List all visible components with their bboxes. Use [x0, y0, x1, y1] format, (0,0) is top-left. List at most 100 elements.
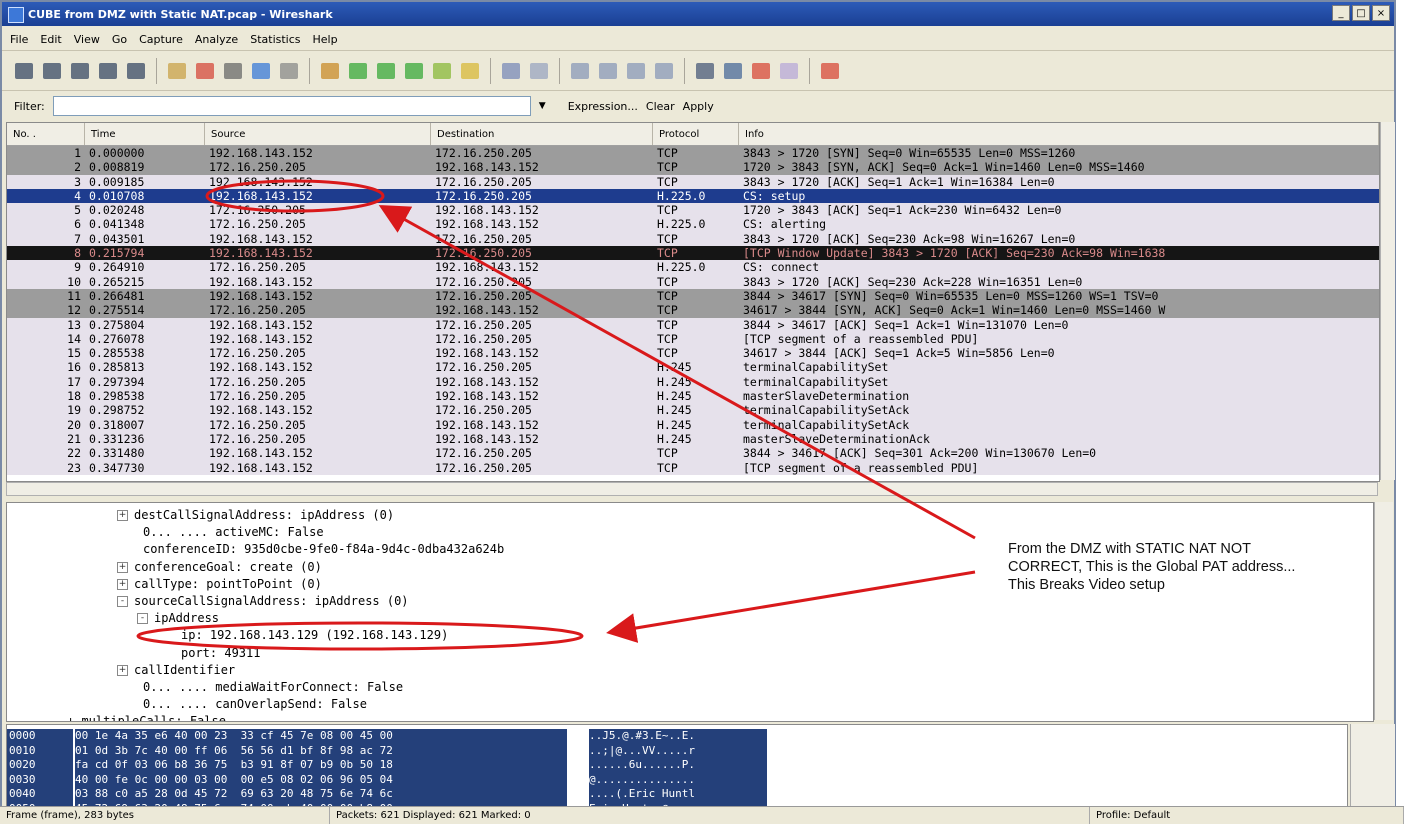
detail-line[interactable]: conferenceID: 935d0cbe-9fe0-f84a-9d4c-0d… [143, 541, 504, 558]
detail-line[interactable]: - ipAddress [137, 610, 219, 627]
packet-row[interactable]: 17 0.297394 172.16.250.205 192.168.143.152 H… [7, 374, 1379, 390]
menu-file[interactable]: File [10, 33, 28, 46]
resize-icon[interactable] [650, 57, 678, 85]
zoom-in-icon[interactable] [566, 57, 594, 85]
stop-icon[interactable] [94, 57, 122, 85]
packet-row[interactable]: 21 0.331236 172.16.250.205 192.168.143.152 H… [7, 431, 1379, 447]
packet-cell-no: 12 [67, 303, 81, 318]
filter-input[interactable] [52, 96, 531, 116]
col-time[interactable]: Time [85, 123, 205, 145]
packet-row[interactable]: 6 0.041348 172.16.250.205 192.168.143.152 H.… [7, 217, 1379, 232]
packet-row[interactable]: 5 0.020248 172.16.250.205 192.168.143.152 TC… [7, 203, 1379, 218]
detail-line[interactable]: ip: 192.168.143.129 (192.168.143.129) [181, 627, 448, 644]
print-icon[interactable] [275, 57, 303, 85]
interfaces-icon[interactable] [10, 57, 38, 85]
start-icon[interactable] [66, 57, 94, 85]
packet-row[interactable]: 13 0.275804 192.168.143.152 172.16.250.205 T… [7, 317, 1379, 332]
back-icon[interactable] [344, 57, 372, 85]
packet-row[interactable]: 20 0.318007 172.16.250.205 192.168.143.152 H… [7, 417, 1379, 432]
expand-icon[interactable]: + [117, 561, 128, 573]
menu-view[interactable]: View [74, 33, 100, 46]
packet-cell-no: 15 [67, 346, 81, 361]
detail-line[interactable]: 0... .... canOverlapSend: False [143, 696, 367, 713]
detail-line[interactable]: + multipleCalls: False [67, 713, 226, 721]
goto-icon[interactable] [400, 57, 428, 85]
capture-filter-icon[interactable] [691, 57, 719, 85]
packet-row[interactable]: 8 0.215794 192.168.143.152 172.16.250.205 TC… [7, 246, 1379, 261]
open-icon[interactable] [163, 57, 191, 85]
packet-list-vscrollbar[interactable] [1380, 122, 1395, 480]
detail-line[interactable]: + callType: pointToPoint (0) [117, 576, 322, 593]
expand-icon[interactable]: + [117, 510, 128, 521]
reload-icon[interactable] [247, 57, 275, 85]
detail-line[interactable]: - sourceCallSignalAddress: ipAddress (0) [117, 593, 409, 610]
detail-line[interactable]: 0... .... mediaWaitForConnect: False [143, 679, 403, 696]
packet-row[interactable]: 22 0.331480 192.168.143.152 172.16.250.205 T… [7, 446, 1379, 461]
col-no[interactable]: No. . [7, 123, 85, 145]
restart-icon[interactable] [122, 57, 150, 85]
find-icon[interactable] [316, 57, 344, 85]
col-protocol[interactable]: Protocol [653, 123, 739, 145]
detail-line[interactable]: port: 49311 [181, 645, 260, 662]
packet-row[interactable]: 18 0.298538 172.16.250.205 192.168.143.152 H… [7, 389, 1379, 404]
close-file-icon[interactable] [219, 57, 247, 85]
menu-go[interactable]: Go [112, 33, 127, 46]
packet-row[interactable]: 7 0.043501 192.168.143.152 172.16.250.205 TC… [7, 231, 1379, 247]
save-icon[interactable] [191, 57, 219, 85]
col-source[interactable]: Source [205, 123, 431, 145]
packet-row[interactable]: 14 0.276078 192.168.143.152 172.16.250.205 T… [7, 331, 1379, 347]
expression-button[interactable]: Expression... [568, 100, 638, 113]
packet-row[interactable]: 3 0.009185 192.168.143.152 172.16.250.205 TC… [7, 174, 1379, 189]
detail-line[interactable]: + callIdentifier [117, 662, 235, 679]
help-icon[interactable] [816, 57, 844, 85]
expand-icon[interactable]: + [117, 664, 128, 676]
last-icon[interactable] [456, 57, 484, 85]
display-filter-icon[interactable] [719, 57, 747, 85]
col-destination[interactable]: Destination [431, 123, 653, 145]
menu-edit[interactable]: Edit [40, 33, 61, 46]
col-info[interactable]: Info [739, 123, 1379, 145]
forward-icon[interactable] [372, 57, 400, 85]
coloring-rules-icon[interactable] [747, 57, 775, 85]
packet-row[interactable]: 23 0.347730 192.168.143.152 172.16.250.205 T… [7, 460, 1379, 475]
collapse-icon[interactable]: - [137, 613, 148, 625]
close-button[interactable]: × [1372, 5, 1390, 21]
packet-row[interactable]: 2 0.008819 172.16.250.205 192.168.143.152 TC… [7, 160, 1379, 175]
minimize-button[interactable]: _ [1332, 5, 1350, 21]
packet-row[interactable]: 1 0.000000 192.168.143.152 172.16.250.205 TC… [7, 146, 1379, 161]
menu-statistics[interactable]: Statistics [250, 33, 300, 46]
autoscroll-icon[interactable] [525, 57, 553, 85]
menu-capture[interactable]: Capture [139, 33, 183, 46]
packet-row[interactable]: 10 0.265215 192.168.143.152 172.16.250.205 T… [7, 274, 1379, 289]
packet-row[interactable]: 15 0.285538 172.16.250.205 192.168.143.152 T… [7, 346, 1379, 361]
filter-dropdown-icon[interactable]: ▼ [539, 101, 546, 111]
packet-row[interactable]: 16 0.285813 192.168.143.152 172.16.250.205 H… [7, 360, 1379, 375]
collapse-icon[interactable]: - [117, 596, 128, 607]
maximize-button[interactable]: □ [1352, 5, 1370, 21]
packet-row[interactable]: 19 0.298752 192.168.143.152 172.16.250.205 H… [7, 403, 1379, 418]
first-icon[interactable] [428, 57, 456, 85]
clear-button[interactable]: Clear [646, 100, 675, 113]
detail-line[interactable]: + conferenceGoal: create (0) [117, 559, 322, 576]
packet-cell-time: 0.010708 [89, 188, 145, 203]
packet-row[interactable]: 12 0.275514 172.16.250.205 192.168.143.152 T… [7, 303, 1379, 318]
menu-help[interactable]: Help [313, 33, 338, 46]
prefs-icon[interactable] [775, 57, 803, 85]
packet-list-hscrollbar[interactable] [6, 482, 1378, 496]
zoom-out-icon[interactable] [594, 57, 622, 85]
status-profile[interactable]: Profile: Default [1090, 807, 1404, 824]
packet-row[interactable]: 9 0.264910 172.16.250.205 192.168.143.152 H.… [7, 260, 1379, 275]
colorize-icon[interactable] [497, 57, 525, 85]
details-vscrollbar[interactable] [1374, 502, 1393, 720]
detail-line[interactable]: 0... .... activeMC: False [143, 524, 324, 541]
expand-icon[interactable]: + [117, 578, 128, 590]
packet-row[interactable]: 11 0.266481 192.168.143.152 172.16.250.205 T… [7, 288, 1379, 304]
menu-analyze[interactable]: Analyze [195, 33, 238, 46]
packet-cell-src: 192.168.143.152 [209, 146, 313, 160]
packet-row[interactable]: 4 0.010708 192.168.143.152 172.16.250.205 H.… [7, 188, 1379, 204]
options-icon[interactable] [38, 57, 66, 85]
zoom-normal-icon[interactable] [622, 57, 650, 85]
apply-button[interactable]: Apply [683, 100, 714, 113]
detail-line[interactable]: + destCallSignalAddress: ipAddress (0) [117, 507, 394, 524]
detail-text: ipAddress [154, 611, 220, 626]
